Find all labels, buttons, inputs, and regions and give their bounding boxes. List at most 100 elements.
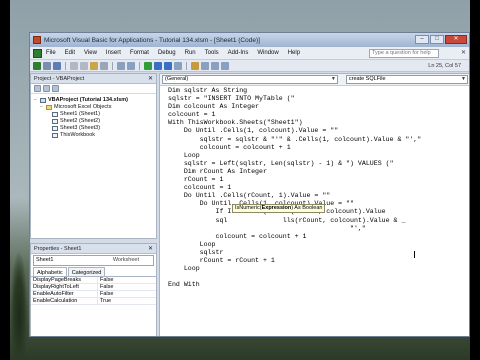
property-row[interactable]: EnableCalculation True <box>31 298 156 305</box>
menu-tools[interactable]: Tools <box>205 50 219 56</box>
tooltip-param: Expression <box>261 205 292 211</box>
tree-node-excel-objects[interactable]: − Microsoft Excel Objects <box>34 104 156 111</box>
close-icon[interactable]: ✕ <box>148 74 153 84</box>
project-explorer-icon[interactable] <box>191 61 199 70</box>
code-line[interactable]: Loop <box>168 241 469 249</box>
design-mode-icon[interactable] <box>174 61 182 70</box>
menu-format[interactable]: Format <box>130 50 149 56</box>
tree-node-sheet3[interactable]: Sheet3 (Sheet3) <box>34 125 156 132</box>
property-row[interactable]: DisplayRightToLeft False <box>31 284 156 291</box>
tree-node-label: Microsoft Excel Objects <box>54 104 112 110</box>
toolbox-icon[interactable] <box>221 61 229 70</box>
tree-node-label: Sheet2 (Sheet2) <box>60 118 101 124</box>
save-icon[interactable] <box>53 61 61 70</box>
object-combo[interactable]: (General) ▼ <box>162 75 338 84</box>
paste-icon[interactable] <box>90 61 98 70</box>
close-icon[interactable]: ✕ <box>148 244 153 254</box>
tree-node-label: Sheet1 (Sheet1) <box>60 111 101 117</box>
menu-close-icon[interactable]: ✕ <box>461 49 466 56</box>
property-row[interactable]: EnableAutoFilter False <box>31 291 156 298</box>
object-browser-icon[interactable] <box>211 61 219 70</box>
menu-insert[interactable]: Insert <box>106 50 121 56</box>
title-bar[interactable]: Microsoft Visual Basic for Applications … <box>30 33 469 47</box>
menu-window[interactable]: Window <box>257 50 278 56</box>
help-search-input[interactable]: Type a question for help <box>369 49 439 58</box>
object-selector[interactable]: Sheet1 Worksheet <box>33 255 154 266</box>
code-line[interactable]: Loop <box>168 265 469 273</box>
menu-add-ins[interactable]: Add-Ins <box>228 50 249 56</box>
object-combo-value: (General) <box>165 76 189 82</box>
property-row[interactable]: DisplayPageBreaks False <box>31 277 156 284</box>
tree-node-sheet2[interactable]: Sheet2 (Sheet2) <box>34 118 156 125</box>
tree-node-vbaproject[interactable]: − VBAProject (Tutorial 134.xlsm) <box>34 97 156 104</box>
menu-edit[interactable]: Edit <box>65 50 75 56</box>
code-line[interactable]: colcount = 1 <box>168 184 469 192</box>
object-name: Sheet1 <box>36 257 54 263</box>
code-line[interactable]: rCount = 1 <box>168 176 469 184</box>
tree-node-label: VBAProject (Tutorial 134.xlsm) <box>48 97 128 104</box>
code-line[interactable]: With ThisWorkbook.Sheets("Sheet1") <box>168 119 469 127</box>
procedure-combo[interactable]: create SQLFile ▼ <box>345 75 468 84</box>
code-line[interactable]: sqlstr = sqlstr & "'" & .Cells(1, colcou… <box>168 136 469 144</box>
reset-icon[interactable] <box>164 61 172 70</box>
quick-info-tooltip: IsNumeric(Expression) As Boolean <box>232 204 326 213</box>
code-line[interactable]: Loop <box>168 152 469 160</box>
property-value[interactable]: False <box>98 277 113 283</box>
vba-project-icon <box>40 98 46 103</box>
code-line[interactable]: colcount = colcount + 1 <box>168 144 469 152</box>
find-icon[interactable] <box>100 61 108 70</box>
menu-file[interactable]: File <box>46 50 56 56</box>
code-line[interactable] <box>168 273 469 281</box>
copy-icon[interactable] <box>80 61 88 70</box>
insert-module-icon[interactable] <box>43 61 51 70</box>
menu-run[interactable]: Run <box>185 50 196 56</box>
vbe-window: Microsoft Visual Basic for Applications … <box>29 32 470 337</box>
tree-node-thisworkbook[interactable]: ThisWorkbook <box>34 132 156 139</box>
code-editor[interactable]: Dim sqlstr As String sqlstr = "INSERT INT… <box>160 86 469 336</box>
vba-app-icon <box>33 36 41 44</box>
code-line[interactable]: Do Until .Cells(rCount, 1).Value = "" <box>168 192 469 200</box>
code-line[interactable]: rCount = rCount + 1 <box>168 257 469 265</box>
menu-debug[interactable]: Debug <box>158 50 176 56</box>
workbook-icon <box>52 133 58 138</box>
code-line[interactable]: End With <box>168 281 469 289</box>
undo-icon[interactable] <box>117 61 125 70</box>
project-explorer-pane: Project - VBAProject ✕ − VBAProject (Tut… <box>30 73 157 239</box>
code-line[interactable]: Dim sqlstr As String <box>168 87 469 95</box>
redo-icon[interactable] <box>127 61 135 70</box>
tree-node-sheet1[interactable]: Sheet1 (Sheet1) <box>34 111 156 118</box>
sheet-icon <box>52 119 58 124</box>
property-name: DisplayPageBreaks <box>31 277 98 283</box>
project-tree: − VBAProject (Tutorial 134.xlsm) − Micro… <box>31 94 156 139</box>
code-line[interactable]: sql lls(rCount, colcount).Value & _ <box>168 217 469 225</box>
view-code-icon[interactable] <box>34 85 41 92</box>
code-line[interactable]: sqlstr = Left(sqlstr, Len(sqlstr) - 1) &… <box>168 160 469 168</box>
toggle-folders-icon[interactable] <box>52 85 59 92</box>
maximize-button[interactable]: □ <box>430 35 444 44</box>
break-icon[interactable] <box>154 61 162 70</box>
properties-window-icon[interactable] <box>201 61 209 70</box>
code-line[interactable]: Dim rCount As Integer <box>168 168 469 176</box>
view-object-icon[interactable] <box>43 85 50 92</box>
code-line[interactable]: colcount = 1 <box>168 111 469 119</box>
property-value[interactable]: False <box>98 291 113 297</box>
code-line[interactable]: "'," <box>168 225 469 233</box>
property-value[interactable]: False <box>98 284 113 290</box>
close-button[interactable]: ✕ <box>445 35 467 44</box>
code-line[interactable]: colcount = colcount + 1 <box>168 233 469 241</box>
view-excel-icon[interactable] <box>33 61 41 70</box>
property-name: DisplayRightToLeft <box>31 284 98 290</box>
menu-view[interactable]: View <box>84 50 97 56</box>
cut-icon[interactable] <box>70 61 78 70</box>
code-line[interactable]: sqlstr <box>168 249 469 257</box>
code-line[interactable]: Do Until .Cells(1, colcount).Value = "" <box>168 127 469 135</box>
excel-icon[interactable] <box>33 48 42 58</box>
code-line[interactable]: Dim colcount As Integer <box>168 103 469 111</box>
run-icon[interactable] <box>144 61 152 70</box>
property-value[interactable]: True <box>98 298 111 304</box>
code-line[interactable]: sqlstr = "INSERT INTO MyTable (" <box>168 95 469 103</box>
menu-help[interactable]: Help <box>288 50 300 56</box>
minimize-button[interactable]: – <box>415 35 429 44</box>
tab-categorized[interactable]: Categorized <box>67 267 106 276</box>
tab-alphabetic[interactable]: Alphabetic <box>33 267 67 276</box>
